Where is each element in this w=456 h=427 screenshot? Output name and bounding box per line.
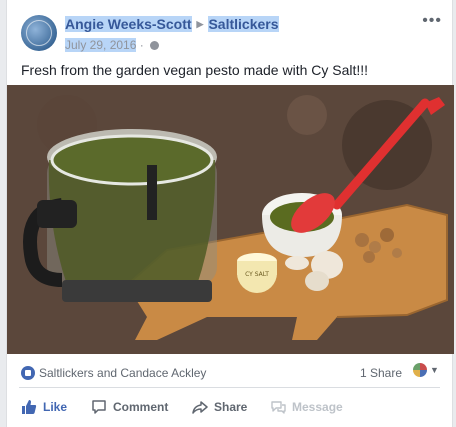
author-avatar[interactable] bbox=[21, 15, 57, 51]
comment-button[interactable]: Comment bbox=[91, 399, 168, 415]
like-label: Like bbox=[43, 400, 68, 414]
post-card: Angie Weeks-Scott ▶ Saltlickers July 29, 2… bbox=[6, 0, 454, 427]
post-text: Fresh from the garden vegan pesto made w… bbox=[21, 62, 369, 78]
reactions-summary[interactable]: Saltlickers and Candace Ackley bbox=[21, 366, 206, 380]
author-name-link[interactable]: Angie Weeks-Scott bbox=[65, 16, 192, 32]
post-date-link[interactable]: July 29, 2016 bbox=[65, 38, 137, 52]
comment-label: Comment bbox=[113, 400, 169, 414]
like-button[interactable]: Like bbox=[21, 399, 67, 415]
triangle-right-icon: ▶ bbox=[196, 19, 204, 29]
message-label: Message bbox=[292, 400, 343, 414]
post-meta: July 29, 2016 · bbox=[65, 38, 160, 52]
post-photo[interactable]: CY SALT bbox=[7, 85, 454, 354]
pesto-photo-illustration: CY SALT bbox=[7, 85, 454, 354]
more-options-icon[interactable]: ••• bbox=[422, 12, 442, 30]
post-as-avatar-icon[interactable] bbox=[413, 363, 427, 377]
message-icon bbox=[271, 401, 286, 414]
comment-icon bbox=[92, 400, 106, 414]
share-count[interactable]: 1 Share bbox=[360, 366, 402, 380]
jar-label: CY SALT bbox=[245, 271, 269, 278]
thumbs-up-icon bbox=[22, 400, 37, 414]
share-label: Share bbox=[214, 400, 248, 414]
actions-divider bbox=[19, 387, 440, 388]
caret-down-icon[interactable]: ▼ bbox=[430, 365, 439, 375]
avatar-ring bbox=[26, 20, 52, 46]
meta-separator: · bbox=[139, 38, 144, 52]
like-reaction-icon bbox=[21, 366, 35, 380]
globe-icon bbox=[150, 41, 160, 50]
message-button[interactable]: Message bbox=[270, 399, 343, 415]
group-name-link[interactable]: Saltlickers bbox=[208, 16, 279, 32]
post-actions-bar: Like Comment Share Message bbox=[7, 390, 454, 426]
share-button[interactable]: Share bbox=[192, 399, 247, 415]
reaction-names: Saltlickers and Candace Ackley bbox=[39, 366, 207, 380]
share-arrow-icon bbox=[192, 401, 208, 414]
post-header-names: Angie Weeks-Scott ▶ Saltlickers bbox=[65, 16, 279, 32]
